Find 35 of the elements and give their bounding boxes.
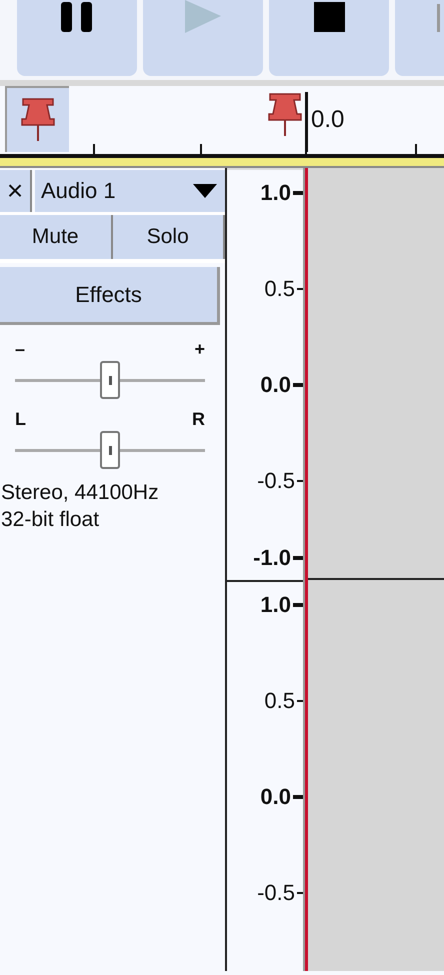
- track-info: 32-bit float: [1, 507, 100, 533]
- track-name-dropdown[interactable]: Audio 1: [35, 170, 225, 212]
- stop-button[interactable]: [269, 0, 389, 76]
- caret-icon: [193, 184, 217, 198]
- slider-min-label: –: [15, 339, 26, 359]
- pause-button[interactable]: [17, 0, 137, 76]
- amplitude-label: -0.5: [257, 880, 295, 906]
- mute-button[interactable]: Mute: [0, 215, 112, 259]
- slider-thumb[interactable]: [100, 431, 120, 469]
- close-button[interactable]: ×: [0, 170, 32, 212]
- timeline-ruler[interactable]: 0.0: [0, 86, 444, 158]
- pin-icon: [21, 97, 55, 143]
- stop-icon: [314, 2, 344, 32]
- waveform-area[interactable]: [305, 168, 444, 971]
- pause-icon: [61, 2, 93, 34]
- solo-button[interactable]: Solo: [112, 215, 225, 259]
- amplitude-label: 0.0: [260, 372, 291, 398]
- time-label: 0.0: [311, 106, 344, 134]
- amplitude-label: 0.5: [264, 688, 295, 714]
- playhead-pin-icon: [268, 92, 302, 138]
- effects-button[interactable]: Effects: [0, 267, 220, 325]
- slider-max-label: R: [192, 409, 205, 429]
- slider-thumb[interactable]: [100, 361, 120, 399]
- amplitude-label: 0.0: [260, 784, 291, 810]
- amplitude-label: 0.5: [264, 276, 295, 302]
- slider-max-label: +: [194, 339, 205, 359]
- amplitude-label: -0.5: [257, 468, 295, 494]
- pin-button[interactable]: [5, 86, 69, 152]
- amplitude-label: -1.0: [253, 545, 291, 571]
- slider-min-label: L: [15, 409, 26, 429]
- amplitude-label: 1.0: [260, 180, 291, 206]
- amplitude-label: 1.0: [260, 592, 291, 618]
- play-icon: [185, 0, 221, 34]
- skip-icon: [437, 4, 441, 32]
- track-info: Stereo, 44100Hz: [1, 480, 160, 506]
